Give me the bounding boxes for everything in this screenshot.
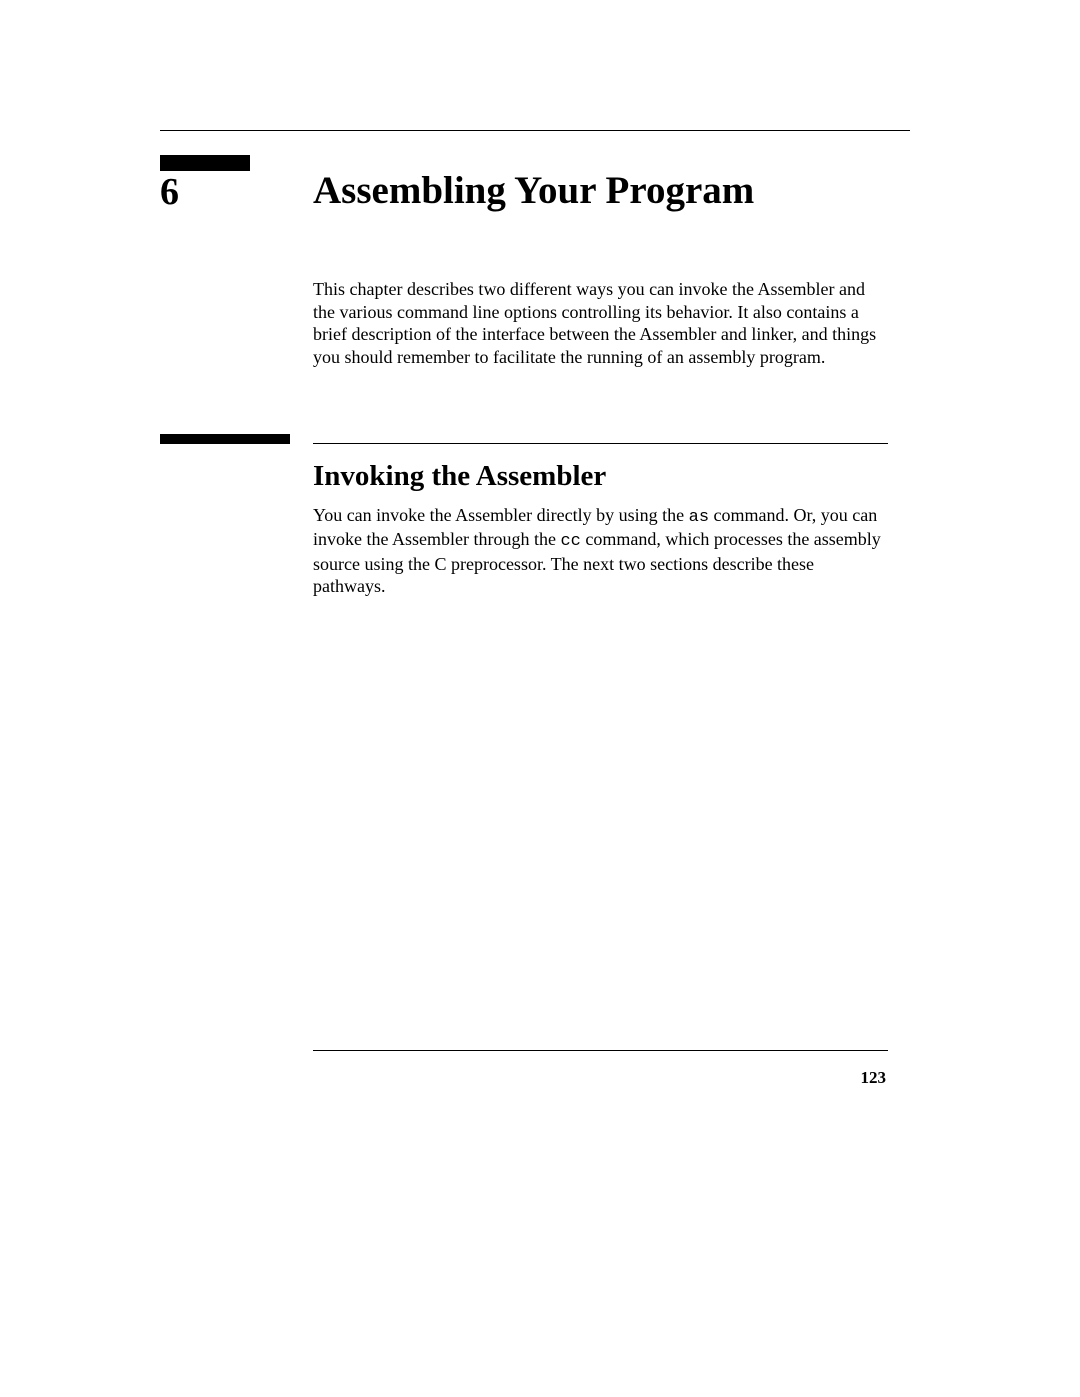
section-title: Invoking the Assembler (313, 460, 606, 493)
bottom-horizontal-rule (313, 1050, 888, 1051)
chapter-title: Assembling Your Program (313, 168, 754, 213)
command-as: as (689, 508, 709, 527)
section-body-text: You can invoke the Assembler directly by… (313, 504, 888, 598)
chapter-intro-text: This chapter describes two different way… (313, 278, 886, 368)
page-number: 123 (861, 1068, 887, 1088)
command-cc: cc (560, 532, 580, 551)
chapter-heading-bar (160, 155, 250, 171)
section-text-part-1: You can invoke the Assembler directly by… (313, 505, 689, 525)
section-horizontal-rule (313, 443, 888, 444)
chapter-number: 6 (160, 170, 179, 214)
top-horizontal-rule (160, 130, 910, 131)
section-heading-bar (160, 434, 290, 444)
document-page: 6 Assembling Your Program This chapter d… (160, 0, 910, 1397)
